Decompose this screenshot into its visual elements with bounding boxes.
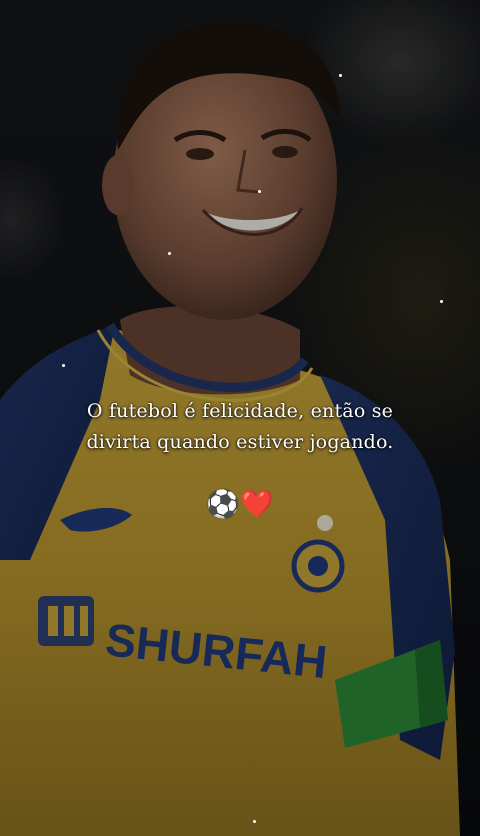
quote-line-1: O futebol é felicidade, então se — [86, 400, 394, 422]
quote-caption: O futebol é felicidade, então se divirta… — [0, 396, 480, 458]
quote-line-2: divirta quando estiver jogando. — [86, 431, 394, 453]
soccer-ball-icon: ⚽ — [206, 489, 240, 520]
sparkle — [339, 74, 342, 77]
sparkle — [253, 820, 256, 823]
sparkle — [168, 252, 171, 255]
sparkle — [62, 364, 65, 367]
emoji-row: ⚽❤️ — [0, 488, 480, 522]
sparkle — [440, 300, 443, 303]
wallpaper-scene: SHURFAH O futebol é felicidade, então se… — [0, 0, 480, 836]
heart-icon: ❤️ — [240, 489, 274, 520]
sparkle — [258, 190, 261, 193]
